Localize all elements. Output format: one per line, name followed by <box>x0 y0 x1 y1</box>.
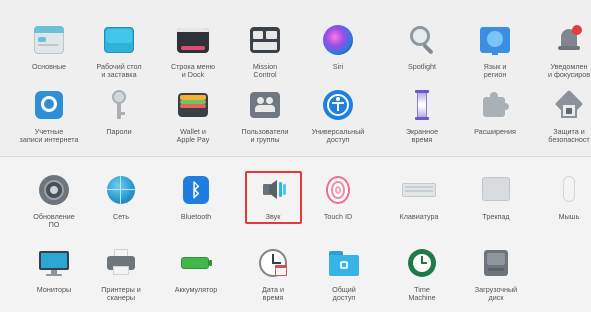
pref-label: Загрузочный диск <box>474 285 518 302</box>
notifications-icon <box>552 23 586 57</box>
battery-icon <box>179 246 213 280</box>
gear-icon <box>37 173 71 207</box>
time-machine-icon <box>405 246 439 280</box>
disk-icon <box>479 246 513 280</box>
selection-highlight <box>245 171 302 224</box>
pref-label: Siri <box>332 62 344 71</box>
fingerprint-icon <box>321 173 355 207</box>
pref-label: Мышь <box>558 212 580 221</box>
pref-label: Сеть <box>113 212 129 221</box>
spotlight-icon <box>405 23 439 57</box>
hourglass-icon <box>405 88 439 122</box>
internet-accounts-icon <box>32 88 66 122</box>
printer-icon <box>104 246 138 280</box>
pref-label: Touch ID <box>323 212 353 221</box>
wallet-icon <box>176 88 210 122</box>
language-icon <box>478 23 512 57</box>
pref-label: Bluetooth <box>180 212 212 221</box>
keyboard-icon <box>402 173 436 207</box>
folder-icon <box>327 246 361 280</box>
trackpad-icon <box>479 173 513 207</box>
mission-control-icon <box>248 23 282 57</box>
bluetooth-icon: ᛒ <box>179 173 213 207</box>
pref-label: Универсальный доступ <box>311 127 365 144</box>
desktop-icon <box>102 23 136 57</box>
house-icon <box>552 88 586 122</box>
pref-label: Аккумулятор <box>174 285 218 294</box>
key-icon <box>102 88 136 122</box>
puzzle-icon <box>478 88 512 122</box>
pref-label: Защита и безопасност <box>548 127 590 144</box>
pref-label: Общий доступ <box>332 285 356 302</box>
siri-icon <box>321 23 355 57</box>
general-icon <box>32 23 66 57</box>
mouse-icon <box>552 173 586 207</box>
pref-label: Принтеры и сканеры <box>101 285 141 302</box>
pref-label: Клавиатура <box>399 212 439 221</box>
dock-icon <box>176 23 210 57</box>
accessibility-icon <box>321 88 355 122</box>
monitor-icon <box>37 246 71 280</box>
clock-icon <box>256 246 290 280</box>
globe-icon <box>104 173 138 207</box>
pref-label: Уведомлен и фокусиров <box>547 62 591 79</box>
users-icon <box>248 88 282 122</box>
